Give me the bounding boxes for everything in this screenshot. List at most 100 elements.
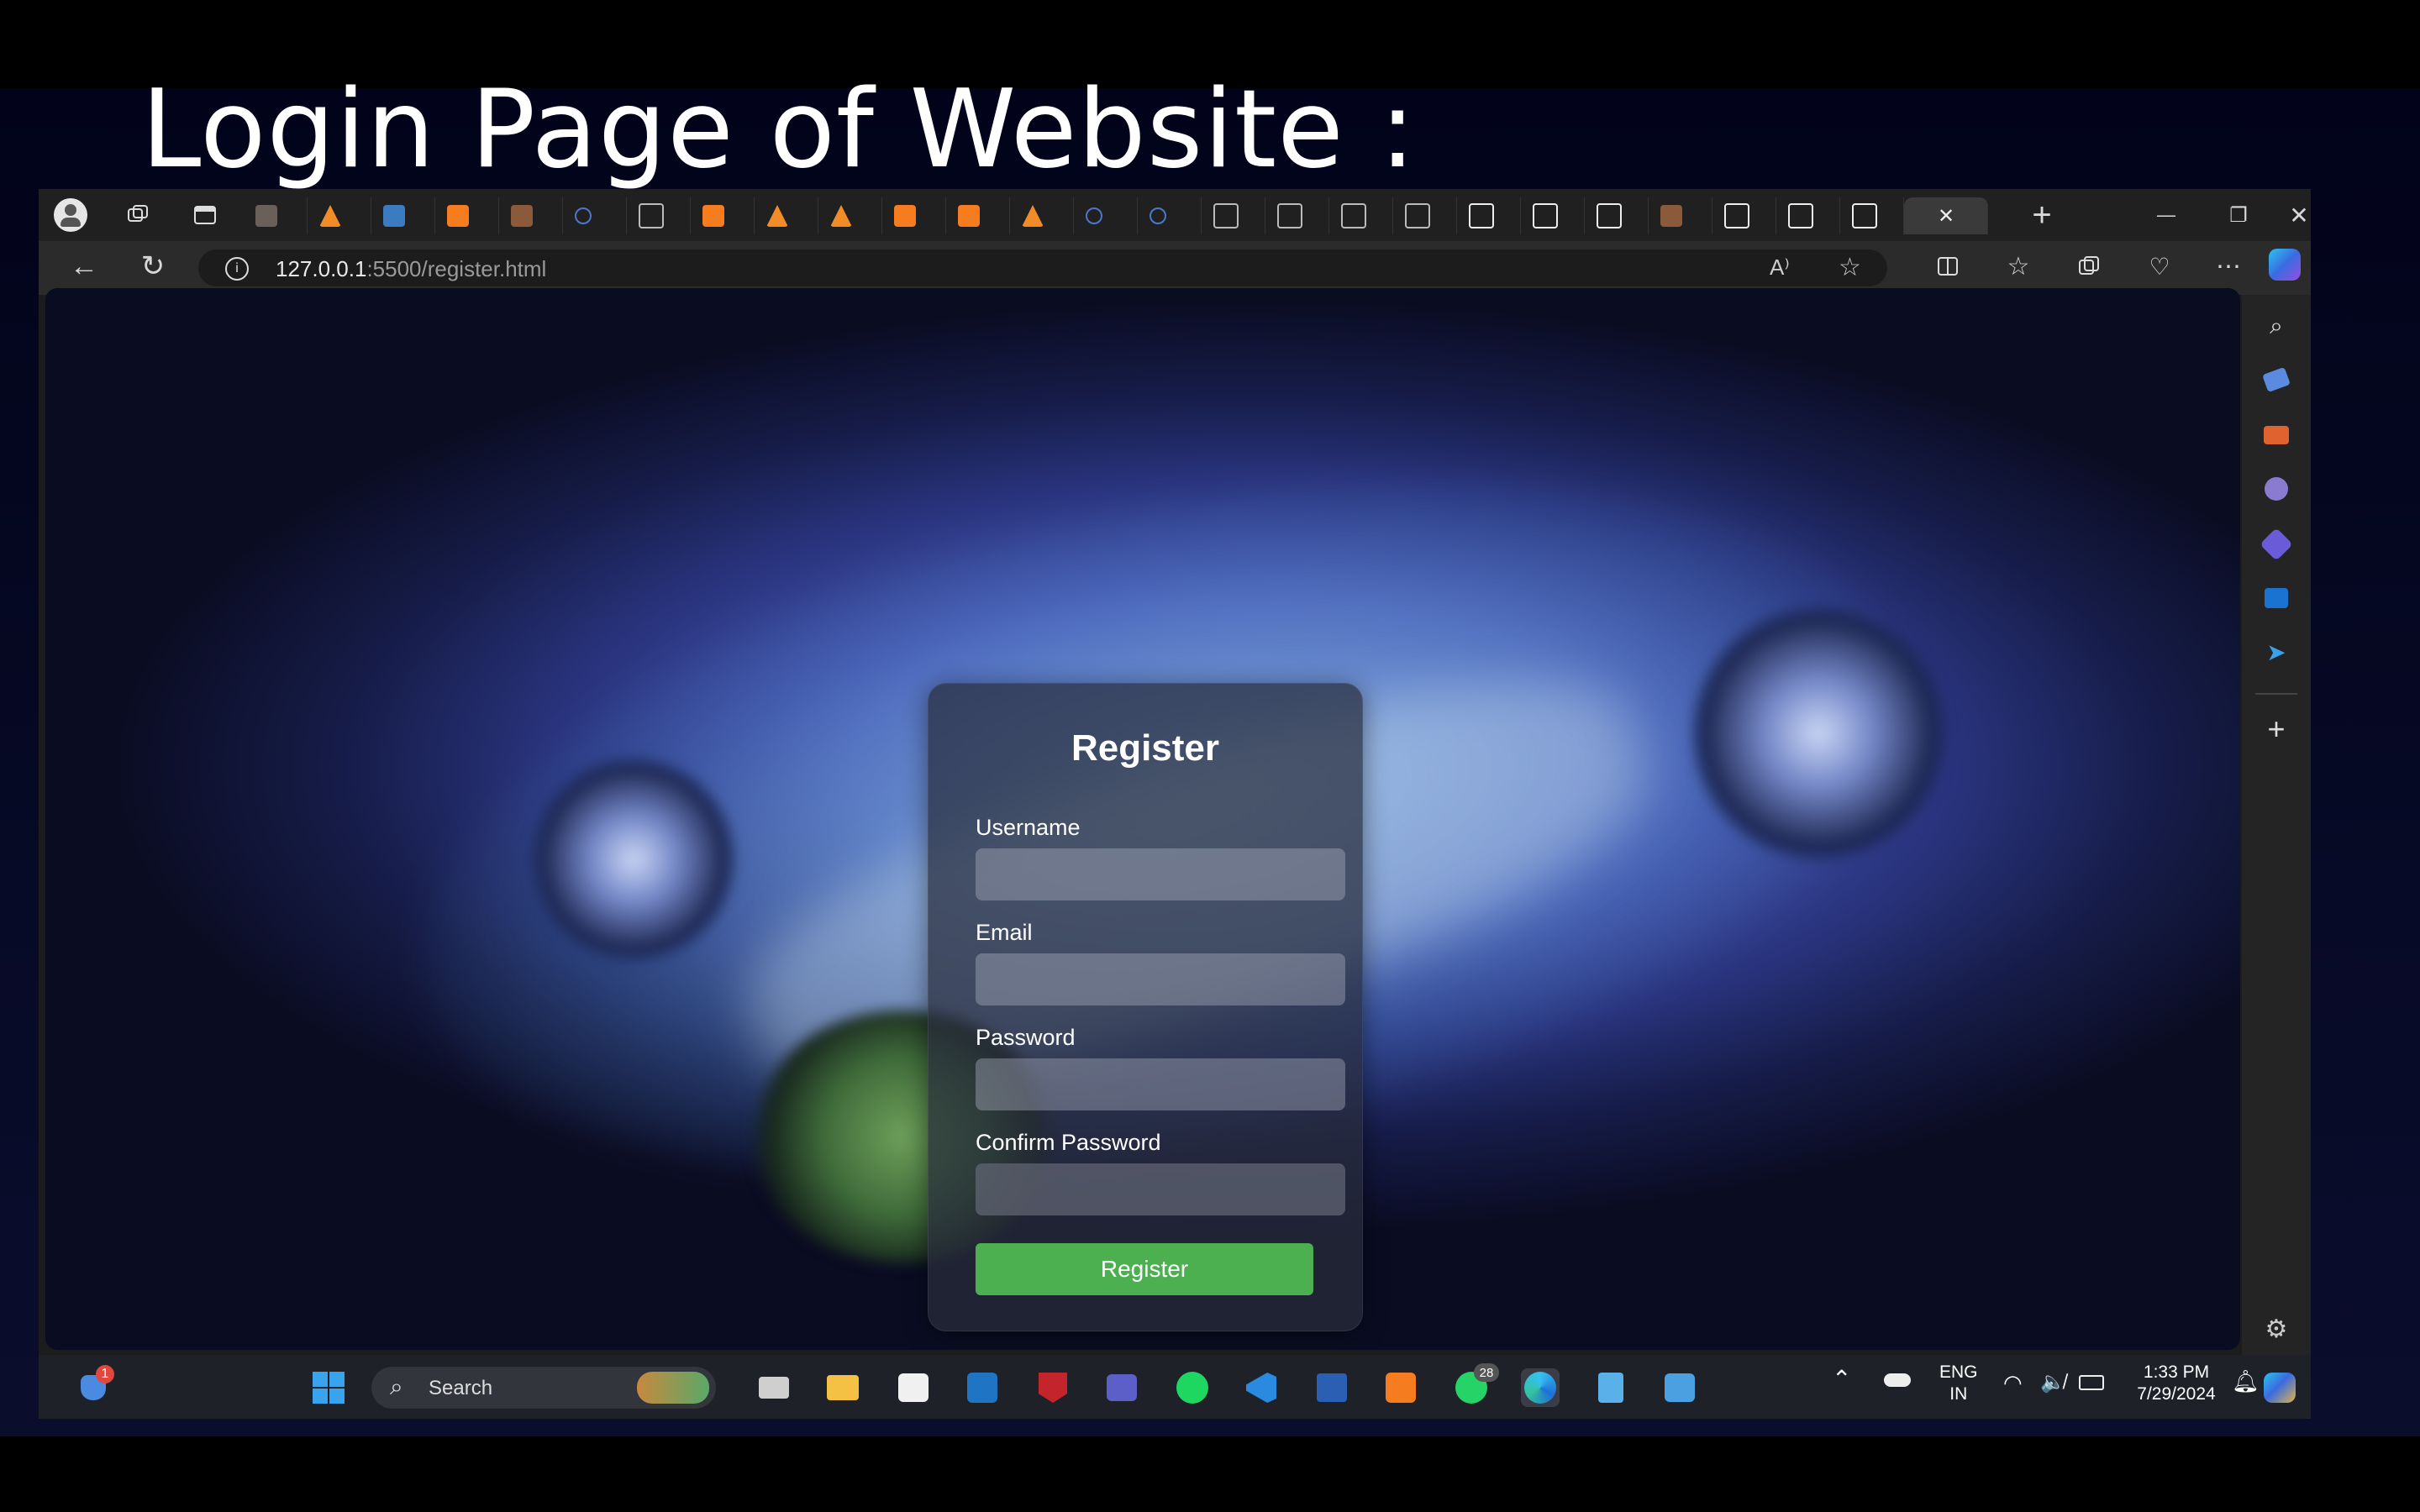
profile-button[interactable] <box>52 198 89 232</box>
tab-close-icon[interactable]: ✕ <box>1938 204 1954 228</box>
task-view-button[interactable] <box>755 1368 793 1407</box>
copilot-pre-icon <box>2264 1373 2296 1403</box>
file-explorer-button[interactable] <box>823 1368 862 1407</box>
tab[interactable] <box>1712 197 1776 234</box>
onedrive-icon[interactable] <box>1884 1373 1911 1387</box>
password-input[interactable] <box>976 1058 1345 1110</box>
clock-date: 7/29/2024 <box>2137 1384 2216 1404</box>
dell-button[interactable] <box>963 1368 1002 1407</box>
screenshot-frame: ✕ + — ❐ ✕ ← ↻ i 127.0.0.1:5500/register.… <box>39 189 2311 1419</box>
mcafee-button[interactable] <box>1034 1368 1072 1407</box>
heart-pulse-icon: ♡ <box>2149 253 2170 280</box>
tab[interactable] <box>308 197 371 234</box>
register-button[interactable]: Register <box>976 1243 1313 1295</box>
collections-button[interactable] <box>2070 249 2107 283</box>
sidebar-office-icon[interactable] <box>2259 527 2294 562</box>
tab[interactable] <box>691 197 755 234</box>
xampp-icon <box>958 205 980 227</box>
tab[interactable] <box>1074 197 1138 234</box>
tab[interactable] <box>1010 197 1074 234</box>
close-window-button[interactable]: ✕ <box>2289 198 2308 232</box>
tab[interactable] <box>371 197 435 234</box>
show-hidden-icons-chevron-icon[interactable]: ⌃ <box>1832 1368 1851 1391</box>
tab[interactable] <box>1840 197 1904 234</box>
sidebar-settings-icon[interactable]: ⚙ <box>2259 1311 2294 1347</box>
new-tab-button[interactable]: + <box>2023 197 2060 234</box>
tab[interactable] <box>1521 197 1585 234</box>
vscode-button[interactable] <box>1242 1368 1281 1407</box>
tab[interactable] <box>755 197 818 234</box>
favorite-star-icon[interactable]: ☆ <box>1839 253 1861 282</box>
tab[interactable] <box>1265 197 1329 234</box>
whatsapp-button[interactable]: 28 <box>1452 1363 1499 1407</box>
sidebar-games-icon[interactable] <box>2259 471 2294 507</box>
tab[interactable] <box>435 197 499 234</box>
tab[interactable] <box>1138 197 1202 234</box>
start-button[interactable] <box>309 1368 348 1407</box>
tab[interactable] <box>1585 197 1649 234</box>
tab[interactable] <box>1329 197 1393 234</box>
sidebar-add-icon[interactable]: + <box>2259 711 2294 747</box>
page-icon <box>1405 203 1430 228</box>
wifi-icon[interactable]: ◠ <box>2003 1372 2023 1394</box>
language-indicator[interactable]: ENG IN <box>1939 1362 1978 1405</box>
read-aloud-icon[interactable]: A⁾ <box>1770 255 1790 281</box>
refresh-button[interactable]: ↻ <box>134 249 171 283</box>
notepad-button[interactable] <box>1591 1368 1630 1407</box>
teams-button[interactable] <box>1102 1368 1141 1407</box>
photos-button[interactable] <box>1660 1368 1699 1407</box>
tab[interactable] <box>1776 197 1840 234</box>
back-button[interactable]: ← <box>66 249 103 283</box>
page-icon <box>1597 203 1622 228</box>
minimize-button[interactable]: — <box>2148 198 2185 232</box>
collections-icon <box>2079 256 2099 275</box>
notification-bell-icon[interactable]: 🔔︎ <box>2232 1370 2260 1392</box>
word-button[interactable] <box>1313 1368 1351 1407</box>
widgets-button[interactable]: 1 <box>74 1365 114 1407</box>
confirm-password-input[interactable] <box>976 1163 1345 1215</box>
username-input[interactable] <box>976 848 1345 900</box>
sidebar-telegram-icon[interactable]: ➤ <box>2259 634 2294 669</box>
tab[interactable] <box>818 197 882 234</box>
email-input[interactable] <box>976 953 1345 1005</box>
workspaces-button[interactable] <box>119 198 156 232</box>
site-info-icon[interactable]: i <box>225 257 249 281</box>
tab[interactable] <box>1649 197 1712 234</box>
tab[interactable] <box>882 197 946 234</box>
sidebar-shopping-icon[interactable] <box>2259 362 2294 397</box>
sidebar-tools-icon[interactable] <box>2259 417 2294 453</box>
copilot-button[interactable] <box>2264 248 2306 281</box>
settings-more-button[interactable]: ⋯ <box>2210 249 2247 283</box>
tab[interactable] <box>946 197 1010 234</box>
tab[interactable] <box>1457 197 1521 234</box>
battery-icon[interactable] <box>2079 1375 2104 1390</box>
url-field[interactable]: i 127.0.0.1:5500/register.html A⁾ ☆ <box>198 249 1887 286</box>
volume-muted-icon[interactable]: 🔈̸ <box>2040 1372 2065 1394</box>
tab-active[interactable]: ✕ <box>1904 197 1988 234</box>
spotify-button[interactable] <box>1173 1368 1212 1407</box>
browser-essentials-button[interactable]: ♡ <box>2141 249 2178 283</box>
clock[interactable]: 1:33 PM 7/29/2024 <box>2126 1362 2227 1405</box>
xampp-button[interactable] <box>1381 1368 1420 1407</box>
microsoft-store-button[interactable] <box>894 1368 933 1407</box>
tab[interactable] <box>627 197 691 234</box>
sidebar-outlook-icon[interactable] <box>2259 580 2294 616</box>
taskbar-search[interactable]: ⌕ Search <box>371 1367 716 1409</box>
dell-icon <box>967 1373 997 1403</box>
tab[interactable] <box>1202 197 1265 234</box>
search-icon: ⌕ <box>390 1373 403 1399</box>
tab[interactable] <box>244 197 308 234</box>
tab[interactable] <box>1393 197 1457 234</box>
slide-title: Login Page of Website : <box>141 67 1417 192</box>
tab[interactable] <box>563 197 627 234</box>
favorites-button[interactable]: ☆ <box>2000 249 2037 283</box>
split-screen-button[interactable] <box>1929 249 1966 283</box>
tab-actions-button[interactable] <box>187 198 224 232</box>
sidebar-search-icon[interactable]: ⌕ <box>2259 308 2294 344</box>
search-icon <box>1150 207 1166 224</box>
tab[interactable] <box>499 197 563 234</box>
restore-button[interactable]: ❐ <box>2220 198 2257 232</box>
edge-button[interactable] <box>1521 1368 1560 1407</box>
form-title: Register <box>1071 727 1220 769</box>
copilot-taskbar-button[interactable] <box>2260 1368 2299 1407</box>
